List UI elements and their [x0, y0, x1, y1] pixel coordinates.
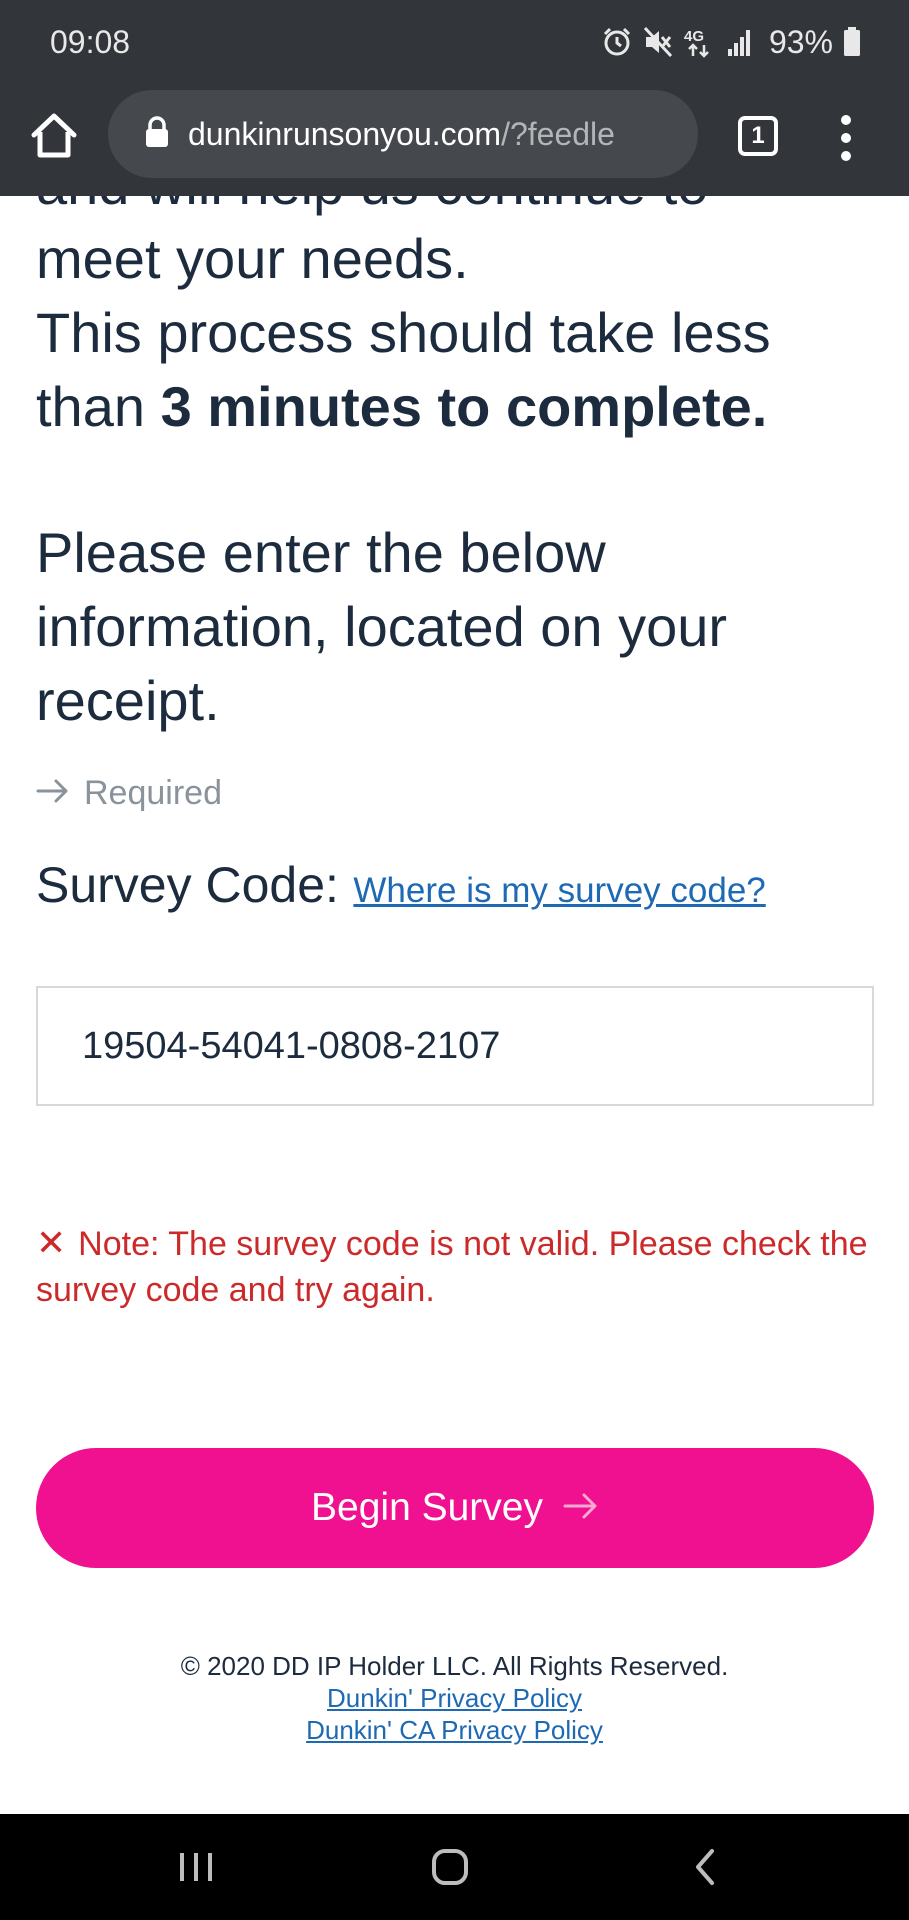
required-indicator: Required — [36, 774, 222, 813]
survey-code-label: Survey Code: — [36, 857, 339, 913]
survey-code-input[interactable] — [36, 986, 874, 1106]
copyright-text: © 2020 DD IP Holder LLC. All Rights Rese… — [180, 1651, 729, 1681]
4g-icon: 4G — [683, 26, 717, 58]
survey-code-row: Survey Code: Where is my survey code? — [36, 856, 766, 914]
battery-percent: 93% — [768, 23, 833, 60]
home-icon[interactable] — [28, 110, 80, 162]
tab-switcher-button[interactable]: 1 — [738, 116, 778, 156]
svg-text:4G: 4G — [684, 28, 704, 45]
status-time: 09:08 — [50, 24, 131, 60]
tab-count: 1 — [751, 122, 765, 149]
begin-survey-label: Begin Survey — [311, 1486, 543, 1529]
survey-code-help-link[interactable]: Where is my survey code? — [353, 871, 765, 910]
status-bar: 09:08 4G 93% — [0, 0, 909, 86]
intro-line: than 3 minutes to complete. — [36, 370, 886, 444]
intro-text: and will help us continue to meet your n… — [36, 196, 886, 444]
arrow-right-icon — [563, 1486, 599, 1530]
signal-icon — [727, 27, 753, 57]
phone-screen: 09:08 4G 93% dunkinrunsonyou.com/?feedle… — [0, 0, 909, 1920]
alarm-icon — [601, 26, 633, 58]
url-text: dunkinrunsonyou.com/?feedle — [188, 116, 615, 153]
intro-line-prefix: than — [36, 375, 161, 438]
url-bar[interactable]: dunkinrunsonyou.com/?feedle — [108, 90, 698, 178]
url-domain: dunkinrunsonyou.com — [188, 115, 502, 152]
browser-toolbar: dunkinrunsonyou.com/?feedle 1 — [0, 86, 909, 196]
lock-icon — [144, 115, 170, 153]
url-path: /?feedle — [501, 115, 615, 152]
mute-icon — [643, 26, 673, 58]
footer: © 2020 DD IP Holder LLC. All Rights Rese… — [0, 1650, 909, 1746]
instructions-text: Please enter the below information, loca… — [36, 521, 728, 732]
back-icon[interactable] — [686, 1847, 726, 1892]
home-nav-icon[interactable] — [430, 1847, 470, 1892]
recent-apps-icon[interactable] — [176, 1847, 216, 1892]
more-options-icon[interactable] — [832, 112, 860, 164]
intro-line: This process should take less — [36, 301, 771, 364]
required-label: Required — [84, 774, 222, 812]
battery-icon — [843, 27, 861, 57]
navigation-bar — [0, 1814, 909, 1920]
arrow-right-icon — [36, 774, 70, 813]
error-text: Note: The survey code is not valid. Plea… — [36, 1225, 868, 1309]
privacy-policy-link[interactable]: Dunkin' Privacy Policy — [0, 1682, 909, 1714]
status-icons: 4G 93% — [601, 22, 861, 62]
error-message: ✕ Note: The survey code is not valid. Ple… — [36, 1220, 876, 1313]
begin-survey-button[interactable]: Begin Survey — [36, 1448, 874, 1568]
page-content: and will help us continue to meet your n… — [0, 196, 909, 1814]
intro-line: and will help us continue to — [36, 196, 886, 222]
intro-duration: 3 minutes to complete. — [160, 375, 768, 438]
error-x-icon: ✕ — [36, 1222, 67, 1263]
ca-privacy-policy-link[interactable]: Dunkin' CA Privacy Policy — [0, 1714, 909, 1746]
intro-line: meet your needs. — [36, 227, 469, 290]
